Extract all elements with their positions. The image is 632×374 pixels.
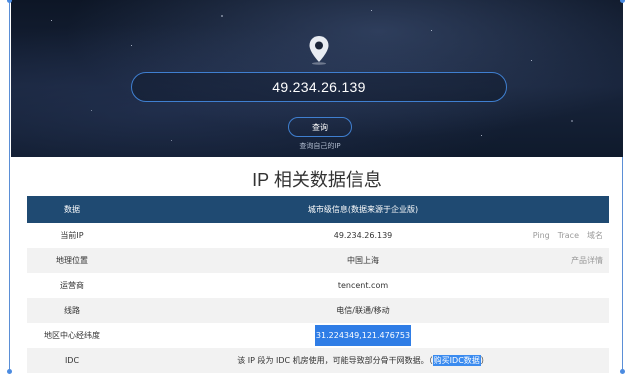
table-row-idc: IDC 该 IP 段为 IDC 机房使用，可能导致部分骨干网数据。（购买IDC数… <box>27 348 609 373</box>
star <box>571 120 573 122</box>
query-my-ip-link[interactable]: 查询自己的IP <box>261 141 379 151</box>
row-label: 运营商 <box>60 281 84 290</box>
star <box>431 30 432 31</box>
star <box>531 60 532 61</box>
row-actions: Ping Trace 域名 <box>533 223 603 248</box>
product-detail-link[interactable]: 产品详情 <box>571 255 603 266</box>
location-pin-icon <box>309 36 329 65</box>
table-row-coordinates: 地区中心经纬度 31.224349,121.476753 <box>27 323 609 348</box>
star <box>171 140 172 141</box>
row-label: 地区中心经纬度 <box>44 331 100 340</box>
coordinates-value[interactable]: 31.224349,121.476753 <box>314 325 412 346</box>
selection-handle[interactable] <box>7 369 12 374</box>
row-value: 中国上海 <box>347 256 379 265</box>
row-label: IDC <box>64 356 80 365</box>
star <box>371 10 372 11</box>
row-value-cell: 该 IP 段为 IDC 机房使用，可能导致部分骨干网数据。（购买IDC数据） <box>117 355 609 366</box>
ip-info-table: 数据 城市级信息(数据来源于企业版) 当前IP 49.234.26.139 Pi… <box>27 196 609 373</box>
star <box>131 45 132 46</box>
trace-link[interactable]: Trace <box>558 231 579 240</box>
header-data-column: 数据 <box>64 205 80 214</box>
page-frame: 49.234.26.139 查询 查询自己的IP IP 相关数据信息 数据 城市… <box>9 0 623 373</box>
table-row-line: 线路 电信/联通/移动 <box>27 298 609 323</box>
ping-link[interactable]: Ping <box>533 231 550 240</box>
ip-input-value: 49.234.26.139 <box>272 79 366 95</box>
star <box>91 110 92 111</box>
row-label: 线路 <box>64 306 80 315</box>
selection-handle[interactable] <box>620 369 625 374</box>
row-value: 电信/联通/移动 <box>336 306 390 315</box>
table-row-isp: 运营商 tencent.com <box>27 273 609 298</box>
row-value: tencent.com <box>337 281 389 290</box>
row-value-cell: 31.224349,121.476753 <box>117 325 609 346</box>
row-label: 地理位置 <box>56 256 88 265</box>
table-row-current-ip: 当前IP 49.234.26.139 Ping Trace 域名 <box>27 223 609 248</box>
buy-idc-data-link[interactable]: 购买IDC数据 <box>432 355 481 366</box>
selection-handle[interactable] <box>620 0 625 3</box>
table-header: 数据 城市级信息(数据来源于企业版) <box>27 196 609 223</box>
hero-banner: 49.234.26.139 查询 查询自己的IP <box>11 0 623 157</box>
query-button[interactable]: 查询 <box>288 117 352 137</box>
idc-note-prefix: 该 IP 段为 IDC 机房使用，可能导致部分骨干网数据。（ <box>237 356 433 365</box>
row-label: 当前IP <box>60 231 84 240</box>
star <box>481 135 482 136</box>
star <box>51 20 52 21</box>
ip-search-input[interactable]: 49.234.26.139 <box>131 72 507 102</box>
domain-link[interactable]: 域名 <box>587 230 603 241</box>
section-title: IP 相关数据信息 <box>252 170 382 190</box>
star <box>221 15 223 17</box>
row-actions: 产品详情 <box>571 248 603 273</box>
idc-note-suffix: ） <box>480 356 489 365</box>
header-city-info-column: 城市级信息(数据来源于企业版) <box>307 205 419 214</box>
table-row-location: 地理位置 中国上海 产品详情 <box>27 248 609 273</box>
